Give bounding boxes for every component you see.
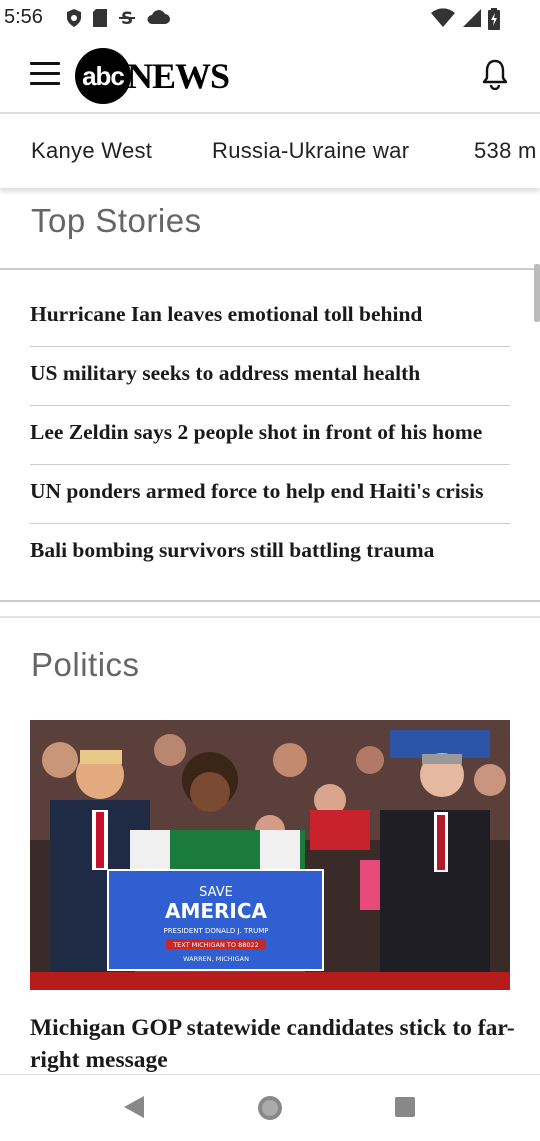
section-divider xyxy=(0,616,540,618)
story-item[interactable]: US military seeks to address mental heal… xyxy=(30,347,510,406)
story-headline[interactable]: Bali bombing survivors still battling tr… xyxy=(30,538,434,563)
status-right-icons xyxy=(430,8,500,30)
section-title-politics: Politics xyxy=(31,646,140,683)
topic-chip[interactable]: Kanye West xyxy=(31,138,152,164)
home-circle-icon[interactable] xyxy=(256,1094,284,1122)
story-item[interactable]: Lee Zeldin says 2 people shot in front o… xyxy=(30,406,510,465)
story-headline[interactable]: US military seeks to address mental heal… xyxy=(30,361,420,386)
sign-text: WARREN, MICHIGAN xyxy=(183,955,249,963)
system-nav-bar xyxy=(0,1080,540,1140)
rally-image: SAVE AMERICA PRESIDENT DONALD J. TRUMP T… xyxy=(30,720,510,990)
battery-icon xyxy=(488,8,500,30)
politics-photo[interactable]: SAVE AMERICA PRESIDENT DONALD J. TRUMP T… xyxy=(30,720,510,990)
news-wordmark: NEWS xyxy=(127,56,230,96)
scrollbar-thumb[interactable] xyxy=(534,264,540,322)
sign-text: AMERICA xyxy=(165,899,268,923)
topic-chip[interactable]: 538 m xyxy=(474,138,537,164)
story-headline[interactable]: UN ponders armed force to help end Haiti… xyxy=(30,479,483,504)
sim-card-icon xyxy=(93,9,107,27)
topics-bar: Kanye West Russia-Ukraine war 538 m xyxy=(0,114,540,188)
story-item[interactable]: Hurricane Ian leaves emotional toll behi… xyxy=(30,288,510,347)
status-left-icons: S xyxy=(66,8,170,28)
back-triangle-icon[interactable] xyxy=(122,1094,146,1120)
cloud-icon xyxy=(147,10,170,24)
section-divider xyxy=(0,268,540,270)
status-bar: 5:56 S xyxy=(0,0,540,36)
sign-text: SAVE xyxy=(199,885,233,900)
wifi-icon xyxy=(431,8,455,27)
top-stories-list: Hurricane Ian leaves emotional toll behi… xyxy=(30,288,510,583)
app-bar: abc NEWS xyxy=(0,36,540,114)
recents-square-icon[interactable] xyxy=(394,1096,416,1118)
story-headline[interactable]: Hurricane Ian leaves emotional toll behi… xyxy=(30,302,422,327)
sign-text: TEXT MICHIGAN TO 88022 xyxy=(172,941,259,949)
story-headline[interactable]: Lee Zeldin says 2 people shot in front o… xyxy=(30,420,482,445)
story-item[interactable]: Bali bombing survivors still battling tr… xyxy=(30,524,510,583)
politics-headline[interactable]: Michigan GOP statewide candidates stick … xyxy=(30,1012,520,1076)
sign-text: PRESIDENT DONALD J. TRUMP xyxy=(163,927,268,935)
section-title-top-stories: Top Stories xyxy=(31,202,202,239)
section-divider xyxy=(0,600,540,602)
shield-icon xyxy=(67,9,81,27)
hamburger-menu-icon[interactable] xyxy=(30,62,60,86)
signal-icon xyxy=(463,9,481,27)
abc-news-logo[interactable]: abc NEWS xyxy=(75,48,230,104)
status-time: 5:56 xyxy=(4,6,43,28)
story-item[interactable]: UN ponders armed force to help end Haiti… xyxy=(30,465,510,524)
strikethrough-s-icon: S xyxy=(119,9,135,28)
bell-icon[interactable] xyxy=(480,58,510,90)
topic-chip[interactable]: Russia-Ukraine war xyxy=(212,138,409,164)
abc-logo-circle: abc xyxy=(75,48,131,104)
